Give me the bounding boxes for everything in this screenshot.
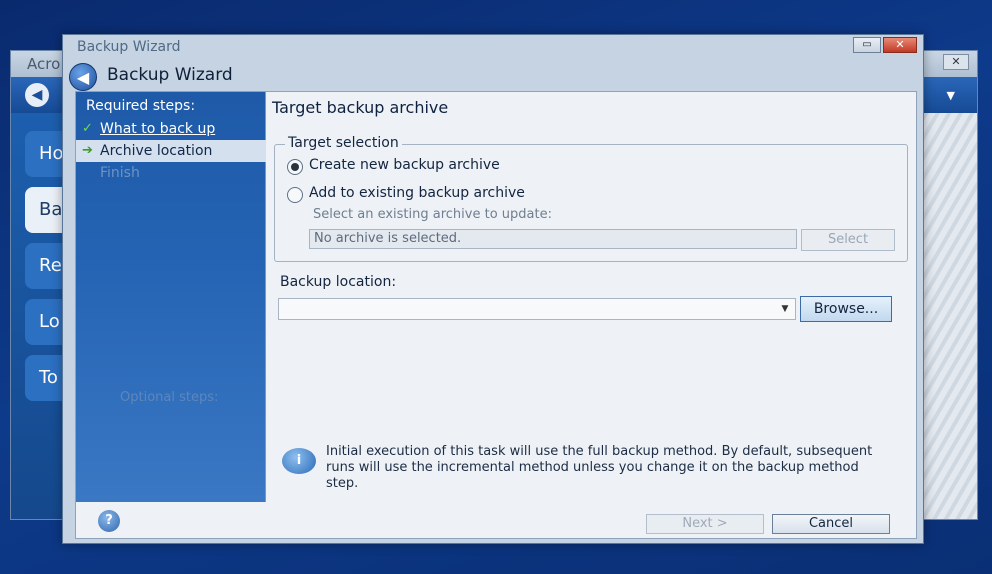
step-finish: Finish [76, 162, 266, 184]
add-existing-archive-radio[interactable] [287, 187, 303, 203]
back-arrow-icon[interactable]: ◀ [69, 63, 97, 91]
required-steps-heading: Required steps: [86, 98, 196, 114]
info-message: Initial execution of this task will use … [326, 444, 873, 491]
step-label: Archive location [100, 143, 213, 159]
step-label: What to back up [100, 121, 216, 137]
background-close-button[interactable]: ✕ [943, 54, 969, 70]
step-what-to-back-up[interactable]: ✓ What to back up [76, 118, 266, 140]
wizard-body: Required steps: ✓ What to back up ➔ Arch… [75, 91, 917, 539]
selected-archive-field: No archive is selected. [309, 229, 797, 249]
step-archive-location[interactable]: ➔ Archive location [76, 140, 266, 162]
chevron-down-icon[interactable]: ▼ [777, 299, 793, 319]
background-dropdown-icon[interactable]: ▼ [947, 89, 955, 102]
close-button[interactable]: ✕ [883, 37, 917, 53]
background-content-edge [917, 113, 977, 519]
background-back-button[interactable]: ◀ [25, 83, 49, 107]
arrow-right-icon: ➔ [82, 143, 93, 158]
create-new-archive-label[interactable]: Create new backup archive [309, 157, 500, 173]
backup-wizard-dialog: Backup Wizard ▭ ✕ ◀ Backup Wizard Requir… [62, 34, 924, 544]
group-legend: Target selection [285, 135, 402, 151]
background-app-title: Acro [27, 55, 61, 73]
target-selection-group: Target selection Create new backup archi… [274, 135, 908, 262]
select-button: Select [801, 229, 895, 251]
steps-panel: Required steps: ✓ What to back up ➔ Arch… [76, 92, 266, 502]
browse-button[interactable]: Browse... [800, 296, 892, 322]
cancel-button[interactable]: Cancel [772, 514, 890, 534]
backup-location-input[interactable] [279, 299, 775, 319]
add-existing-archive-label[interactable]: Add to existing backup archive [309, 185, 525, 201]
minimize-button[interactable]: ▭ [853, 37, 881, 53]
create-new-archive-radio[interactable] [287, 159, 303, 175]
backup-location-combo[interactable]: ▼ [278, 298, 796, 320]
help-icon[interactable]: ? [98, 510, 120, 532]
window-title: Backup Wizard [77, 39, 181, 55]
wizard-heading: Backup Wizard [107, 65, 233, 85]
backup-location-label: Backup location: [280, 274, 397, 290]
checkmark-icon: ✓ [82, 121, 93, 136]
existing-archive-prompt: Select an existing archive to update: [313, 207, 552, 222]
step-label: Finish [100, 165, 140, 181]
next-button: Next > [646, 514, 764, 534]
page-title: Target backup archive [272, 98, 449, 117]
info-bubble-icon: i [282, 448, 316, 474]
optional-steps-heading: Optional steps: [120, 390, 219, 405]
